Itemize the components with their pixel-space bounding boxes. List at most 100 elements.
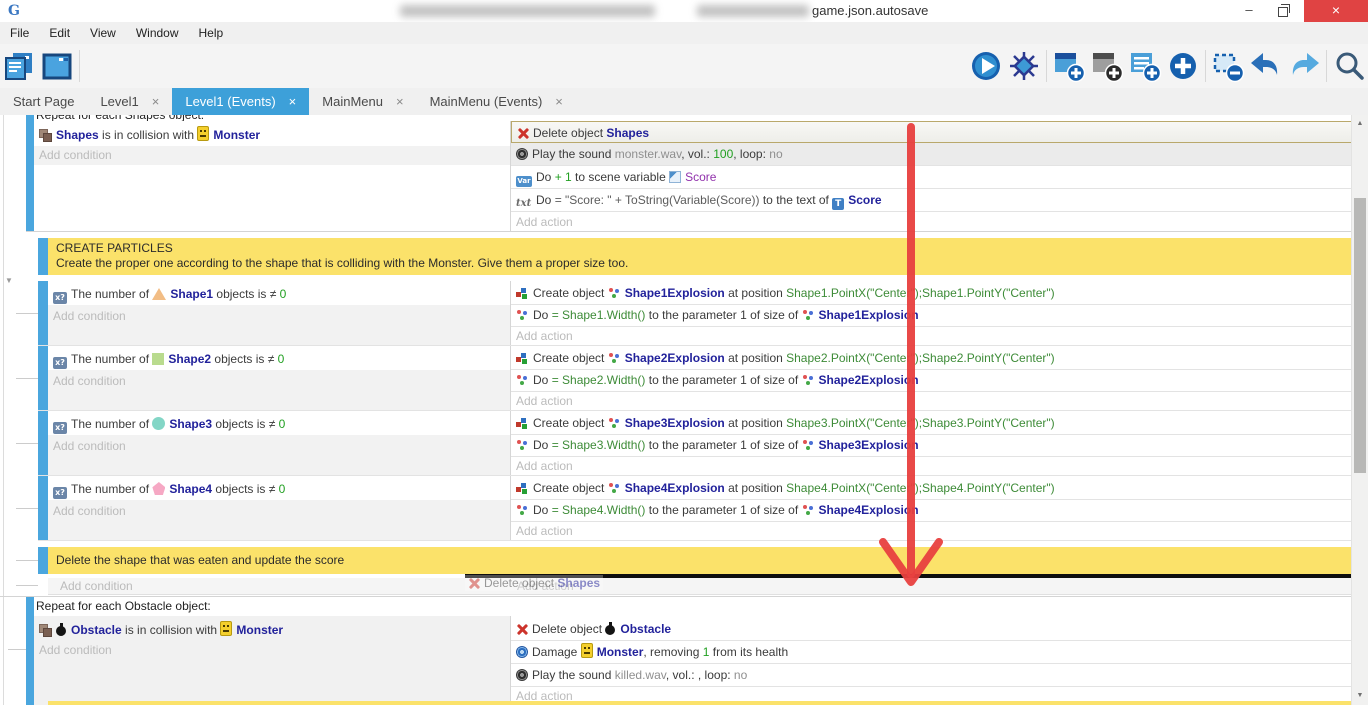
vertical-scrollbar[interactable]: ▲ ▼ xyxy=(1351,115,1368,705)
text-segment: at position xyxy=(725,416,786,430)
obstacle-icon xyxy=(605,622,616,635)
tab-start-page[interactable]: Start Page xyxy=(0,88,87,115)
action-row[interactable]: Do = Shape4.Width() to the parameter 1 o… xyxy=(511,500,1352,522)
tab-close-icon[interactable] xyxy=(152,94,160,109)
menu-view[interactable]: View xyxy=(80,22,126,44)
condition-row[interactable]: The number of Shape2 objects is ≠ 0 xyxy=(48,349,510,370)
action-row[interactable]: Create object Shape2Explosion at positio… xyxy=(511,348,1352,370)
search-icon[interactable] xyxy=(1330,47,1368,85)
add-condition-button[interactable]: Add condition xyxy=(34,641,510,660)
text-segment: Shape2 xyxy=(168,352,211,366)
menu-file[interactable]: File xyxy=(0,22,39,44)
particles-icon xyxy=(608,352,621,364)
tab-mainmenu-events[interactable]: MainMenu (Events) xyxy=(417,88,576,115)
comment-title: Delete the shape that was eaten and upda… xyxy=(56,550,1344,571)
play-icon[interactable] xyxy=(967,47,1005,85)
text-segment: is in collision with xyxy=(122,623,221,637)
condition-row[interactable]: The number of Shape4 objects is ≠ 0 xyxy=(48,479,510,500)
shape4-icon xyxy=(152,482,165,495)
add-condition-button[interactable]: Add condition xyxy=(34,146,510,165)
text-segment: no xyxy=(769,147,782,161)
add-something-icon[interactable] xyxy=(1164,47,1202,85)
text-segment: monster.wav xyxy=(615,147,681,161)
text-segment: Do xyxy=(536,170,555,184)
condition-row[interactable]: The number of Shape1 objects is ≠ 0 xyxy=(48,284,510,305)
action-row[interactable]: Delete object Obstacle xyxy=(511,618,1352,641)
add-action-button[interactable]: Add action xyxy=(511,392,1352,410)
add-condition-button[interactable]: Add condition xyxy=(48,305,510,345)
drag-ghost-action: Delete object Shapes xyxy=(465,575,603,591)
action-row-selected[interactable]: Delete object Shapes xyxy=(511,121,1352,143)
event2-header-row[interactable]: Repeat for each Obstacle object: xyxy=(34,597,1352,616)
action-row[interactable]: Do = "Score: " + ToString(Variable(Score… xyxy=(511,189,1352,212)
text-segment: Obstacle xyxy=(71,623,122,637)
action-row[interactable]: Do = Shape1.Width() to the parameter 1 o… xyxy=(511,305,1352,327)
comment-block[interactable]: CREATE PARTICLES Create the proper one a… xyxy=(48,238,1352,275)
minimize-button[interactable]: – xyxy=(1232,0,1266,22)
restore-button[interactable] xyxy=(1266,0,1300,22)
action-row[interactable]: Do = Shape3.Width() to the parameter 1 o… xyxy=(511,435,1352,457)
action-row[interactable]: Create object Shape3Explosion at positio… xyxy=(511,413,1352,435)
unselect-all-icon[interactable] xyxy=(1209,47,1247,85)
action-row[interactable]: Play the sound killed.wav, vol.: , loop:… xyxy=(511,664,1352,687)
menu-help[interactable]: Help xyxy=(189,22,234,44)
add-comment-icon[interactable] xyxy=(1126,47,1164,85)
event1-actions: Delete object Shapes Play the sound mons… xyxy=(511,121,1352,231)
condition-row[interactable]: Shapes is in collision with Monster xyxy=(34,124,510,146)
action-row[interactable]: Create object Shape1Explosion at positio… xyxy=(511,283,1352,305)
undo-icon[interactable] xyxy=(1247,47,1285,85)
action-row[interactable]: Do = Shape2.Width() to the parameter 1 o… xyxy=(511,370,1352,392)
tree-connector xyxy=(16,560,38,561)
event-highlight-bar xyxy=(38,411,48,475)
tab-close-icon[interactable] xyxy=(555,94,563,109)
tree-line xyxy=(3,115,4,705)
scroll-up-icon[interactable]: ▲ xyxy=(1352,117,1368,131)
comment-block[interactable]: Delete the shape that was eaten and upda… xyxy=(48,547,1352,574)
debug-icon[interactable] xyxy=(1005,47,1043,85)
event-highlight-bar xyxy=(38,238,48,275)
add-action-label: Add action xyxy=(516,394,573,408)
text-segment: Do xyxy=(533,438,552,452)
tab-close-icon[interactable] xyxy=(396,94,404,109)
scroll-down-icon[interactable]: ▼ xyxy=(1352,689,1368,703)
window-title: game.json.autosave xyxy=(812,3,928,18)
text-segment: , vol.: , loop: xyxy=(666,668,734,682)
sub-event-actions: Create object Shape4Explosion at positio… xyxy=(511,476,1352,540)
action-row[interactable]: Damage Monster, removing 1 from its heal… xyxy=(511,641,1352,664)
add-condition-button[interactable]: Add condition xyxy=(48,370,510,410)
tab-close-icon[interactable] xyxy=(289,94,297,109)
add-action-button[interactable]: Add action xyxy=(511,457,1352,475)
add-action-button[interactable]: Add action xyxy=(511,212,1352,232)
project-manager-icon[interactable] xyxy=(0,47,38,85)
condition-row[interactable]: Obstacle is in collision with Monster xyxy=(34,619,510,641)
tab-level1[interactable]: Level1 xyxy=(87,88,172,115)
action-row[interactable]: Do + 1 to scene variable Score xyxy=(511,166,1352,189)
tab-mainmenu[interactable]: MainMenu xyxy=(309,88,416,115)
add-action-button[interactable]: Add action xyxy=(511,327,1352,345)
add-condition-button[interactable]: Add condition xyxy=(48,500,510,540)
text-segment: = Shape4.Width() xyxy=(552,503,646,517)
add-sub-event-icon[interactable] xyxy=(1088,47,1126,85)
action-row[interactable]: Play the sound monster.wav, vol.: 100, l… xyxy=(511,143,1352,166)
close-button[interactable]: × xyxy=(1304,0,1368,22)
scrollbar-thumb[interactable] xyxy=(1354,198,1366,473)
add-condition-button[interactable]: Add condition xyxy=(48,435,510,475)
particles-icon xyxy=(608,287,621,299)
scene-editor-icon[interactable] xyxy=(38,47,76,85)
add-event-icon[interactable] xyxy=(1050,47,1088,85)
add-action-button[interactable]: Add action xyxy=(511,522,1352,540)
text-segment: Shape2.PointX("Center");Shape2.PointY("C… xyxy=(786,351,1055,365)
menu-edit[interactable]: Edit xyxy=(39,22,80,44)
condition-row[interactable]: The number of Shape3 objects is ≠ 0 xyxy=(48,414,510,435)
text-segment: from its health xyxy=(709,645,788,659)
menu-window[interactable]: Window xyxy=(126,22,189,44)
text-segment: Create object xyxy=(533,286,608,300)
redo-icon[interactable] xyxy=(1285,47,1323,85)
text-segment: Create object xyxy=(533,351,608,365)
sub-event-shape1: The number of Shape1 objects is ≠ 0 Add … xyxy=(0,281,1352,345)
sub-event-actions: Create object Shape3Explosion at positio… xyxy=(511,411,1352,475)
particles-icon xyxy=(516,439,529,451)
tab-level1-events[interactable]: Level1 (Events) xyxy=(172,88,309,115)
add-condition-button[interactable]: Add condition xyxy=(60,578,133,594)
action-row[interactable]: Create object Shape4Explosion at positio… xyxy=(511,478,1352,500)
